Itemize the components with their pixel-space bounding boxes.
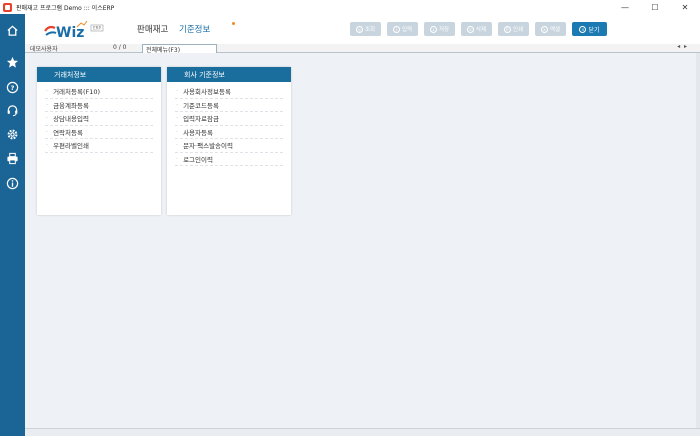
menu-item-company-register[interactable]: 사용회사정보등록 — [175, 85, 283, 99]
status-strip — [25, 428, 700, 436]
menu-item-sms-fax-history[interactable]: 문자·팩스발송이력 — [175, 139, 283, 153]
app-icon — [3, 2, 12, 12]
nav-master-data[interactable]: 기준정보 — [179, 23, 210, 35]
menu-item-client-register[interactable]: 거래처등록(F10) — [45, 85, 153, 99]
header: Wiz ERP 판매재고 기준정보 ◎ 조회 i 입력 ↓ 저장 × 삭제 P 인쇄 x엑… — [25, 14, 700, 44]
input-button[interactable]: i 입력 — [387, 22, 418, 36]
svg-text:?: ? — [11, 84, 15, 92]
info-icon[interactable] — [5, 176, 20, 191]
nav-active-dot — [232, 22, 235, 25]
menu-list: 거래처등록(F10) 금융계좌등록 상담내용입력 연락처등록 우편라벨인쇄 — [37, 82, 161, 153]
tab-bar: 데모사용자 0 / 0 전체메뉴(F3) ◂ ▸ — [25, 43, 700, 54]
card-title: 회사 기준정보 — [167, 67, 291, 82]
star-icon[interactable] — [5, 55, 20, 70]
search-button[interactable]: ◎ 조회 — [350, 22, 381, 36]
save-button[interactable]: ↓ 저장 — [424, 22, 455, 36]
right-edge — [696, 53, 700, 428]
card-title: 거래처정보 — [37, 67, 161, 82]
tab-scroll-arrows[interactable]: ◂ ▸ — [677, 43, 688, 50]
current-user: 데모사용자 — [30, 46, 58, 53]
excel-icon: x — [540, 25, 548, 33]
delete-button[interactable]: × 삭제 — [461, 22, 492, 36]
delete-icon: × — [466, 25, 474, 33]
window-controls: — ☐ ✕ — [610, 0, 700, 14]
menu-item-postal-label[interactable]: 우편라벨인쇄 — [45, 139, 153, 153]
title-bar: 판매재고 프로그램 Demo ::: 이스ERP — ☐ ✕ — [0, 0, 700, 14]
svg-text:Wiz: Wiz — [56, 25, 84, 41]
settings-icon[interactable] — [5, 127, 20, 142]
menu-item-bank-account[interactable]: 금융계좌등록 — [45, 99, 153, 112]
main-content: 거래처정보 거래처등록(F10) 금융계좌등록 상담내용입력 연락처등록 우편라… — [25, 53, 696, 428]
support-icon[interactable] — [5, 103, 20, 118]
print-button[interactable]: P 인쇄 — [498, 22, 529, 36]
close-window-button[interactable]: ✕ — [670, 0, 700, 14]
window-title: 판매재고 프로그램 Demo ::: 이스ERP — [16, 4, 115, 12]
home-icon[interactable] — [5, 23, 20, 38]
minimize-button[interactable]: — — [610, 0, 640, 14]
menu-item-consultation[interactable]: 상담내용입력 — [45, 112, 153, 126]
sidebar: ? — [0, 14, 25, 436]
menu-item-login-history[interactable]: 로그인이력 — [175, 153, 283, 166]
save-icon: ↓ — [429, 25, 437, 33]
tab-all-menu[interactable]: 전체메뉴(F3) — [142, 44, 217, 54]
menu-list: 사용회사정보등록 기준코드등록 입력자료잠금 사용자등록 문자·팩스발송이력 로… — [167, 82, 291, 166]
svg-text:ERP: ERP — [93, 26, 101, 31]
tab-count: 0 / 0 — [113, 44, 127, 51]
help-icon[interactable]: ? — [5, 80, 20, 95]
close-button[interactable]: × 닫기 — [572, 22, 607, 36]
menu-item-data-lock[interactable]: 입력자료잠금 — [175, 112, 283, 126]
menu-item-contacts[interactable]: 연락처등록 — [45, 126, 153, 139]
card-client-info: 거래처정보 거래처등록(F10) 금융계좌등록 상담내용입력 연락처등록 우편라… — [37, 67, 161, 215]
input-icon: i — [392, 25, 400, 33]
nav-inventory[interactable]: 판매재고 — [137, 23, 168, 35]
wiz-erp-logo: Wiz ERP — [43, 19, 105, 41]
search-icon: ◎ — [355, 25, 363, 33]
print-icon: P — [503, 25, 511, 33]
menu-item-user-register[interactable]: 사용자등록 — [175, 126, 283, 139]
excel-button[interactable]: x 엑셀 — [535, 22, 566, 36]
card-company-info: 회사 기준정보 사용회사정보등록 기준코드등록 입력자료잠금 사용자등록 문자·… — [167, 67, 291, 215]
maximize-button[interactable]: ☐ — [640, 0, 670, 14]
printer-icon[interactable] — [5, 151, 20, 166]
menu-item-code-register[interactable]: 기준코드등록 — [175, 99, 283, 112]
close-icon: × — [579, 25, 587, 33]
